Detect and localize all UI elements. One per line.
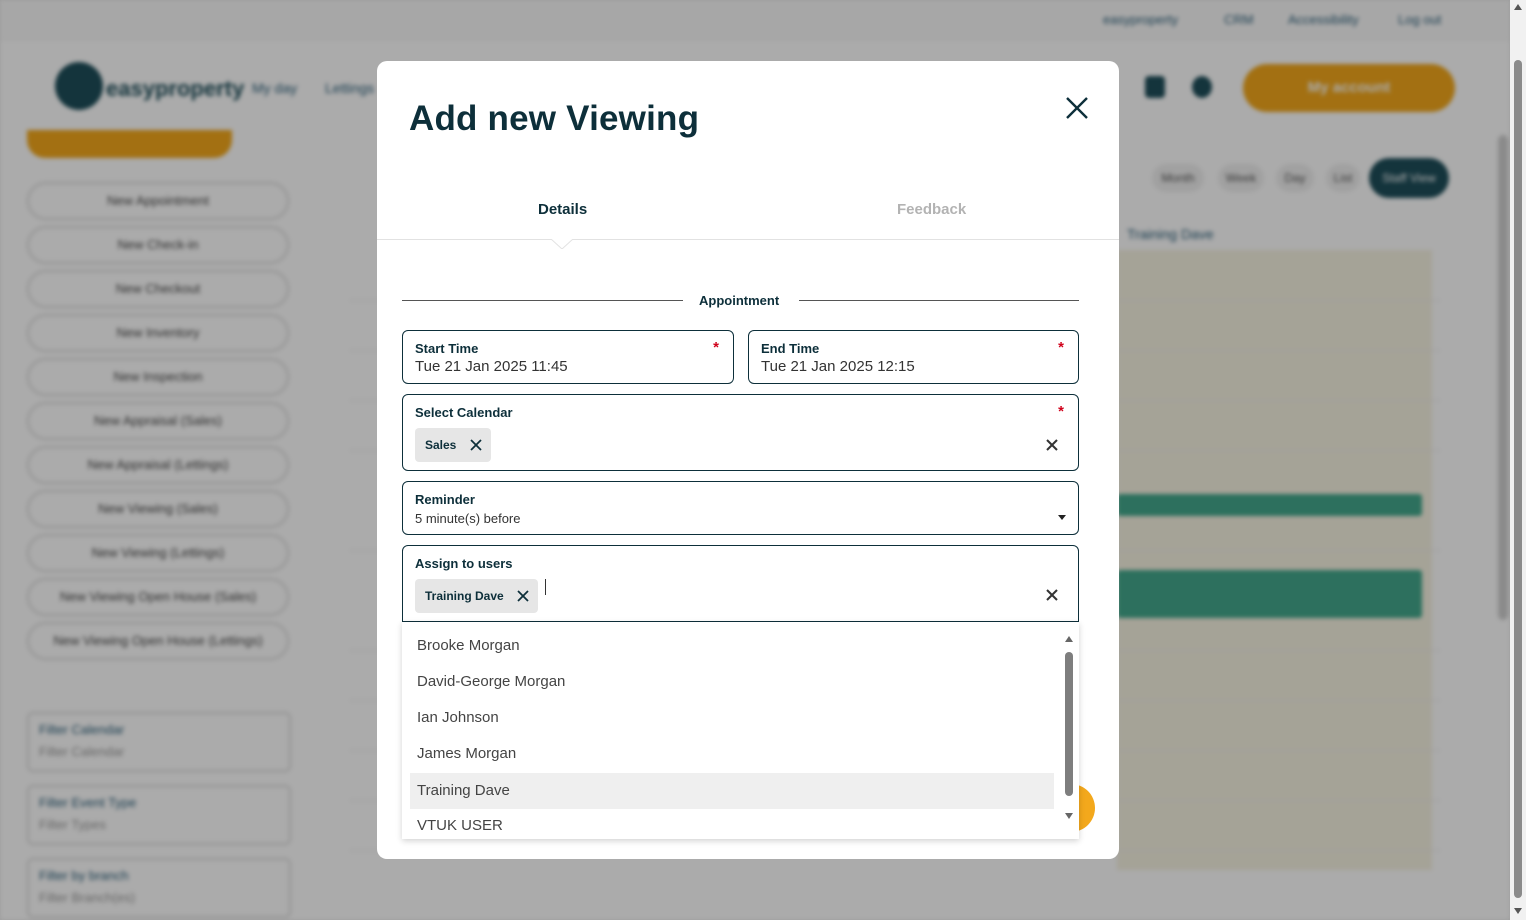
scroll-down-arrow-icon[interactable]: [1514, 908, 1522, 914]
scroll-down-arrow-icon[interactable]: [1065, 813, 1073, 819]
end-time-value[interactable]: Tue 21 Jan 2025 12:15: [761, 358, 915, 375]
clear-selection-icon[interactable]: [1045, 438, 1059, 452]
scrollbar-thumb[interactable]: [1065, 652, 1073, 796]
reminder-label: Reminder: [415, 492, 475, 507]
section-title: Appointment: [699, 293, 780, 308]
add-viewing-modal: Add new Viewing Details Feedback Appoint…: [377, 61, 1119, 859]
calendar-chip-label: Sales: [425, 438, 457, 452]
section-divider: [402, 300, 683, 301]
list-item[interactable]: David-George Morgan: [410, 664, 1054, 700]
section-divider: [799, 300, 1079, 301]
modal-title: Add new Viewing: [409, 99, 700, 138]
end-time-label: End Time: [761, 341, 820, 356]
calendar-chip: Sales: [415, 428, 491, 462]
chevron-down-icon[interactable]: [1058, 515, 1066, 520]
start-time-value[interactable]: Tue 21 Jan 2025 11:45: [415, 358, 568, 375]
reminder-value: 5 minute(s) before: [415, 511, 521, 526]
assign-users-label: Assign to users: [415, 556, 513, 571]
window-scrollbar[interactable]: [1510, 0, 1526, 920]
scrollbar-thumb[interactable]: [1514, 60, 1522, 898]
tab-divider: [377, 239, 1119, 240]
users-dropdown-list[interactable]: Brooke Morgan David-George Morgan Ian Jo…: [402, 622, 1079, 839]
list-item[interactable]: James Morgan: [410, 736, 1054, 772]
tab-feedback[interactable]: Feedback: [897, 201, 966, 218]
start-time-label: Start Time: [415, 341, 479, 356]
active-tab-caret-icon: [551, 233, 573, 249]
list-item-highlighted[interactable]: Training Dave: [410, 773, 1054, 809]
user-chip-label: Training Dave: [425, 589, 504, 603]
required-mark: *: [1058, 339, 1064, 356]
text-cursor: [545, 579, 546, 595]
start-time-field[interactable]: Start Time * Tue 21 Jan 2025 11:45: [402, 330, 734, 384]
select-calendar-field[interactable]: Select Calendar * Sales: [402, 394, 1079, 471]
required-mark: *: [1058, 403, 1064, 420]
user-chip: Training Dave: [415, 579, 538, 613]
scroll-up-arrow-icon[interactable]: [1514, 4, 1522, 10]
assign-users-field[interactable]: Assign to users Training Dave: [402, 545, 1079, 622]
end-time-field[interactable]: End Time * Tue 21 Jan 2025 12:15: [748, 330, 1079, 384]
remove-chip-icon[interactable]: [469, 438, 483, 452]
required-mark: *: [713, 339, 719, 356]
select-calendar-label: Select Calendar: [415, 405, 513, 420]
reminder-select[interactable]: Reminder 5 minute(s) before: [402, 481, 1079, 535]
tab-details[interactable]: Details: [538, 201, 587, 218]
scroll-up-arrow-icon[interactable]: [1065, 636, 1073, 642]
remove-chip-icon[interactable]: [516, 589, 530, 603]
dropdown-scrollbar[interactable]: [1059, 622, 1079, 839]
list-item[interactable]: Brooke Morgan: [410, 628, 1054, 664]
clear-selection-icon[interactable]: [1045, 588, 1059, 602]
list-item[interactable]: Ian Johnson: [410, 700, 1054, 736]
list-item[interactable]: VTUK USER: [410, 808, 1054, 839]
close-icon[interactable]: [1063, 94, 1091, 122]
